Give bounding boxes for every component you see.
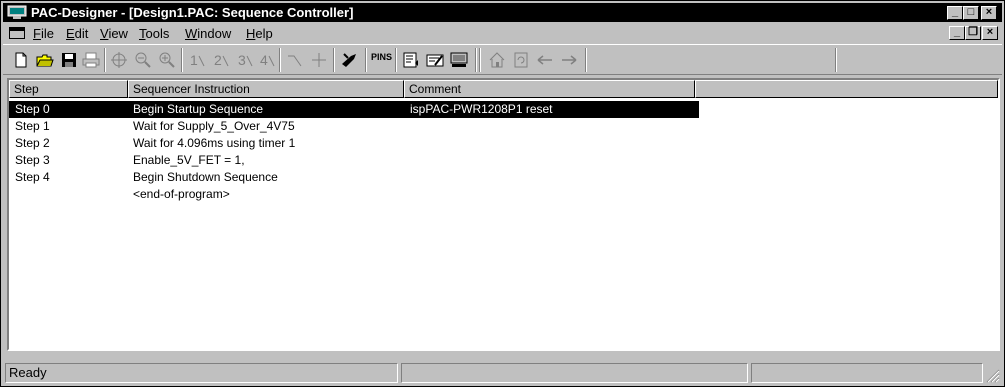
toolbar-separator [279,48,281,72]
program-icon[interactable] [449,50,469,70]
menu-help-rest: elp [255,26,273,41]
svg-text:2: 2 [214,52,222,68]
status-text: Ready [5,363,398,383]
toolbar-separator [479,48,481,72]
home-icon[interactable] [487,50,507,70]
table-row[interactable]: Step 1 Wait for Supply_5_Over_4V75 [9,118,699,135]
comment-cell: ispPAC-PWR1208P1 reset [410,102,553,116]
new-file-icon[interactable] [11,50,31,70]
toolbar-separator [585,48,587,72]
menu-help[interactable]: Help [246,26,273,41]
menu-edit-rest: dit [74,26,89,41]
menu-tools[interactable]: Tools [139,26,169,41]
table-row[interactable]: <end-of-program> [9,186,699,203]
toolbar-separator [181,48,183,72]
menu-tools-rest: ools [145,26,170,41]
toolbar-separator [835,48,837,72]
document-icon[interactable] [9,27,25,39]
toolbar-separator [104,48,106,72]
zoom-in-icon[interactable] [157,50,177,70]
mdi-close-button[interactable]: × [982,26,998,40]
menu-file-accel: F [33,26,41,41]
title-bar[interactable]: PAC-Designer - [Design1.PAC: Sequence Co… [3,3,1002,22]
refresh-icon[interactable] [511,50,531,70]
svg-text:4: 4 [260,52,268,68]
instruction-cell: Enable_5V_FET = 1, [133,153,245,167]
edit-icon[interactable] [425,50,445,70]
toolbar-separator [365,48,367,72]
table-row[interactable]: Step 4 Begin Shutdown Sequence [9,169,699,186]
toolbar: 1 2 3 4 PINS [3,44,1002,75]
sequence-list[interactable]: Step Sequencer Instruction Comment Step … [7,78,1000,351]
menu-view[interactable]: View [100,26,128,41]
compile-icon[interactable] [339,50,359,70]
menu-bar: File Edit View Tools Window Help _ ❐ × [3,23,1002,43]
forward-arrow-icon[interactable] [559,50,579,70]
step2-icon[interactable]: 2 [211,50,231,70]
open-folder-icon[interactable] [35,50,55,70]
menu-help-accel: H [246,26,256,41]
status-pane-3 [751,363,983,383]
toolbar-separator [395,48,397,72]
instruction-cell: Begin Shutdown Sequence [133,170,278,184]
menu-window[interactable]: Window [185,26,231,41]
mdi-restore-button[interactable]: ❐ [965,26,981,40]
table-row[interactable]: Step 2 Wait for 4.096ms using timer 1 [9,135,699,152]
instruction-cell: <end-of-program> [133,187,230,201]
status-pane-2 [401,363,748,383]
step-cell: Step 3 [15,153,50,167]
back-arrow-icon[interactable] [535,50,555,70]
column-header-empty[interactable] [695,80,998,98]
step4-icon[interactable]: 4 [257,50,277,70]
menu-edit-accel: E [66,26,75,41]
instruction-cell: Begin Startup Sequence [133,102,264,116]
crosshair-icon[interactable] [309,50,329,70]
menu-window-accel: W [185,26,198,41]
toolbar-separator [333,48,335,72]
column-header-comment[interactable]: Comment [404,80,695,98]
step-cell: Step 4 [15,170,50,184]
step-cell: Step 0 [15,102,50,116]
resize-grip-icon[interactable] [986,369,1000,383]
close-button[interactable]: × [981,6,997,20]
menu-file-rest: ile [40,26,54,41]
menu-window-rest: indow [197,26,232,41]
instruction-cell: Wait for Supply_5_Over_4V75 [133,119,295,133]
minimize-button[interactable]: _ [947,6,963,20]
step1-icon[interactable]: 1 [187,50,207,70]
step-cell: Step 1 [15,119,50,133]
table-row[interactable]: Step 3 Enable_5V_FET = 1, [9,152,699,169]
wire-icon[interactable] [285,50,305,70]
print-icon[interactable] [81,50,101,70]
app-window: PAC-Designer - [Design1.PAC: Sequence Co… [0,0,1005,387]
pins-icon[interactable]: PINS [371,52,392,62]
mdi-minimize-button[interactable]: _ [949,26,965,40]
zoom-out-icon[interactable] [133,50,153,70]
step-cell: Step 2 [15,136,50,150]
menu-file[interactable]: File [33,26,54,41]
svg-text:3: 3 [238,52,246,68]
menu-view-rest: iew [108,26,128,41]
column-header-step[interactable]: Step [9,80,128,98]
menu-edit[interactable]: Edit [66,26,88,41]
save-icon[interactable] [59,50,79,70]
step3-icon[interactable]: 3 [235,50,255,70]
app-icon [7,5,27,19]
toolbar-separator [475,48,477,72]
svg-text:1: 1 [190,52,198,68]
window-title: PAC-Designer - [Design1.PAC: Sequence Co… [31,5,354,20]
report-icon[interactable] [401,50,421,70]
table-row[interactable]: Step 0 Begin Startup Sequence ispPAC-PWR… [9,101,699,118]
status-bar: Ready [3,361,1002,385]
instruction-cell: Wait for 4.096ms using timer 1 [133,136,296,150]
column-header-instruction[interactable]: Sequencer Instruction [128,80,404,98]
zoom-fit-icon[interactable] [109,50,129,70]
maximize-button[interactable]: □ [963,6,979,20]
